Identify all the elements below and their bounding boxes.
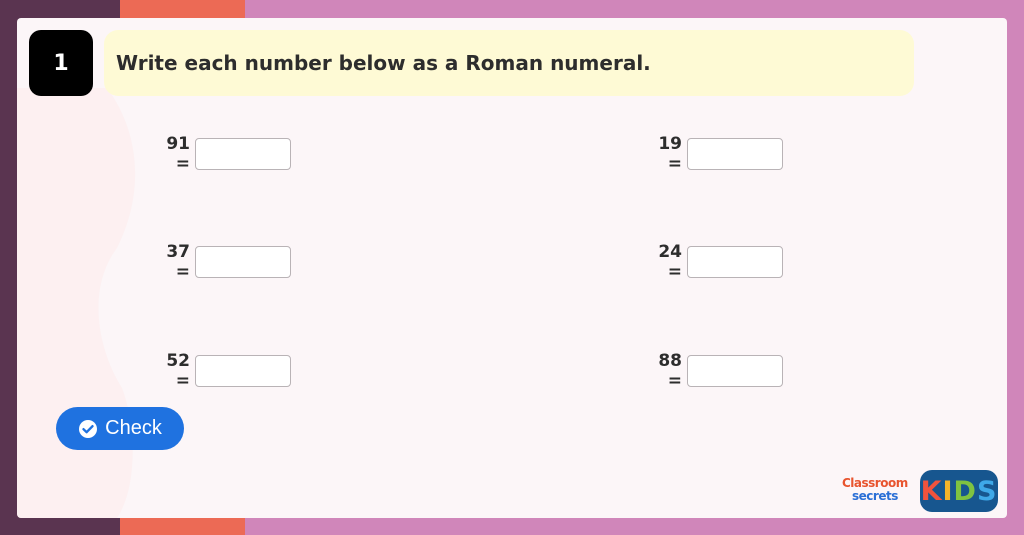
answer-input[interactable] <box>195 355 291 387</box>
kids-logo-letter: D <box>953 475 977 507</box>
answer-input[interactable] <box>687 355 783 387</box>
kids-logo-letter: I <box>942 475 954 507</box>
question-number: 1 <box>29 30 93 96</box>
equation-row: 88 = <box>644 351 783 391</box>
answer-input[interactable] <box>195 138 291 170</box>
equation-row: 37 = <box>152 242 291 282</box>
kids-logo: K I D S <box>920 470 998 512</box>
equation-row: 24 = <box>644 242 783 282</box>
answer-input[interactable] <box>687 246 783 278</box>
check-button[interactable]: Check <box>56 407 184 450</box>
equation-label: 91 = <box>166 134 190 174</box>
question-card: 1 Write each number below as a Roman num… <box>17 18 1007 518</box>
equation-label: 24 = <box>658 242 682 282</box>
logo-text-secrets: secrets <box>852 489 898 503</box>
question-instruction: Write each number below as a Roman numer… <box>104 30 914 96</box>
classroom-secrets-logo: Classroom secrets <box>842 476 916 508</box>
equation-label: 88 = <box>658 351 682 391</box>
answer-input[interactable] <box>195 246 291 278</box>
equation-row: 91 = <box>152 134 291 174</box>
check-button-label: Check <box>105 417 162 439</box>
equation-row: 19 = <box>644 134 783 174</box>
equation-row: 52 = <box>152 351 291 391</box>
equation-label: 52 = <box>166 351 190 391</box>
equation-label: 19 = <box>658 134 682 174</box>
kids-logo-letter: K <box>920 475 943 507</box>
check-circle-icon <box>78 419 98 439</box>
equation-label: 37 = <box>166 242 190 282</box>
logo-text-classroom: Classroom <box>842 476 908 490</box>
kids-logo-letter: S <box>976 475 998 507</box>
answer-input[interactable] <box>687 138 783 170</box>
